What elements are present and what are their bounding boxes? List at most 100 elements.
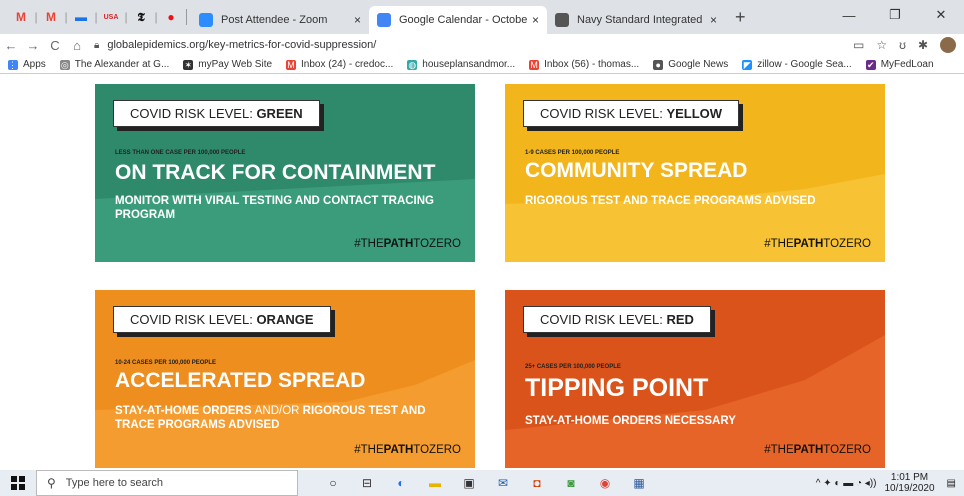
hashtag: #THEPATHTOZERO xyxy=(354,444,461,456)
tray-icons[interactable]: ^ ✦ ◐ ▬ ◔ ◂)) xyxy=(816,478,877,489)
app-icon[interactable]: ▬ xyxy=(70,10,92,24)
extension-icon[interactable]: ʊ xyxy=(899,38,906,52)
gmail-icon[interactable]: M xyxy=(40,10,62,24)
risk-level-label: COVID RISK LEVEL: ORANGE xyxy=(113,306,331,333)
hashtag: #THEPATHTOZERO xyxy=(354,238,461,250)
tab-title: Post Attendee - Zoom xyxy=(221,14,328,26)
notification-icon[interactable]: ▤ xyxy=(947,478,956,489)
mail-icon[interactable]: ✉ xyxy=(486,470,520,496)
guidance-conjunction: AND/OR xyxy=(254,405,300,417)
bookmark-label: The Alexander at G... xyxy=(74,59,170,70)
avatar[interactable] xyxy=(940,37,956,53)
bookmark-item[interactable]: ⋮⋮ Apps xyxy=(8,59,46,70)
reload-button[interactable]: C xyxy=(44,38,66,53)
risk-level-label: COVID RISK LEVEL: RED xyxy=(523,306,711,333)
bookmark-item[interactable]: ◍ houseplansandmor... xyxy=(407,59,515,70)
bookmark-item[interactable]: ◤ zillow - Google Sea... xyxy=(742,59,852,70)
risk-guidance: STAY-AT-HOME ORDERS AND/OR RIGOROUS TEST… xyxy=(115,404,445,432)
hashtag-part: TOZERO xyxy=(413,444,461,456)
task-view-icon[interactable]: ○ xyxy=(316,470,350,496)
case-threshold: 10-24 CASES PER 100,000 PEOPLE xyxy=(115,360,217,366)
extensions-puzzle-icon[interactable]: ✱ xyxy=(918,38,928,52)
widgets-icon[interactable]: ⊟ xyxy=(350,470,384,496)
tab-favicon-icon xyxy=(199,13,213,27)
page-content: COVID RISK LEVEL: GREEN LESS THAN ONE CAS… xyxy=(0,74,964,470)
bookmark-label: Google News xyxy=(668,59,729,70)
risk-headline: COMMUNITY SPREAD xyxy=(525,159,748,182)
risk-guidance: RIGOROUS TEST AND TRACE PROGRAMS ADVISED xyxy=(525,194,855,208)
usa-today-icon[interactable]: USA xyxy=(100,14,122,21)
lock-icon: 🔒︎ xyxy=(94,39,100,51)
home-button[interactable]: ⌂ xyxy=(66,38,88,53)
risk-headline: TIPPING POINT xyxy=(525,374,709,402)
bookmark-item[interactable]: ● Google News xyxy=(653,59,728,70)
tab-separator: | xyxy=(64,10,68,24)
risk-level-label: COVID RISK LEVEL: YELLOW xyxy=(523,100,740,127)
back-button[interactable]: ← xyxy=(0,38,22,53)
red-circle-icon[interactable]: ● xyxy=(160,10,182,24)
hashtag-part: PATH xyxy=(383,238,414,250)
bookmark-item[interactable]: M Inbox (56) - thomas... xyxy=(529,59,639,70)
bookmark-label: houseplansandmor... xyxy=(422,59,516,70)
nyt-icon[interactable]: 𝕿 xyxy=(130,10,152,25)
hashtag-part: #THE xyxy=(764,238,794,250)
tab-close-icon[interactable]: × xyxy=(532,13,539,27)
bookmark-item[interactable]: M Inbox (24) - credoc... xyxy=(286,59,393,70)
hashtag: #THEPATHTOZERO xyxy=(764,444,871,456)
risk-level-prefix: COVID RISK LEVEL: xyxy=(540,106,667,121)
zillow-icon: ◤ xyxy=(742,59,753,70)
hashtag-part: #THE xyxy=(354,444,384,456)
tab-separator: | xyxy=(154,10,158,24)
windows-start-button[interactable] xyxy=(0,470,36,496)
file-explorer-icon[interactable]: ▬ xyxy=(418,470,452,496)
app-icon[interactable]: ◙ xyxy=(554,470,588,496)
browser-tab[interactable]: Navy Standard Integrated Person × xyxy=(547,6,725,34)
pinned-tabs: M | M | ▬ | USA | 𝕿 | ● xyxy=(10,4,182,30)
bookmark-star-icon[interactable]: ☆ xyxy=(876,38,887,52)
guidance-text: RIGOROUS TEST AND TRACE PROGRAMS ADVISED xyxy=(525,195,816,207)
bookmark-item[interactable]: ✔ MyFedLoan xyxy=(865,59,934,70)
url-field[interactable]: 🔒︎ globalepidemics.org/key-metrics-for-c… xyxy=(94,34,874,56)
gmail-icon[interactable]: M xyxy=(10,10,32,24)
browser-tab[interactable]: Google Calendar - October 2020 × xyxy=(369,6,547,34)
tab-title: Google Calendar - October 2020 xyxy=(399,14,528,26)
risk-level-prefix: COVID RISK LEVEL: xyxy=(130,106,257,121)
store-icon[interactable]: ▣ xyxy=(452,470,486,496)
browser-tab[interactable]: Post Attendee - Zoom × xyxy=(191,6,369,34)
google-news-icon: ● xyxy=(653,59,664,70)
risk-headline: ON TRACK FOR CONTAINMENT xyxy=(115,161,436,184)
tab-close-icon[interactable]: × xyxy=(354,13,361,27)
guidance-text: STAY-AT-HOME ORDERS xyxy=(115,405,255,417)
office-icon[interactable]: ◘ xyxy=(520,470,554,496)
guidance-text: MONITOR WITH VIRAL TESTING AND CONTACT T… xyxy=(115,195,435,221)
minimize-button[interactable]: — xyxy=(826,0,872,30)
chrome-icon[interactable]: ◉ xyxy=(588,470,622,496)
bookmark-label: myPay Web Site xyxy=(198,59,273,70)
tab-favicon-icon xyxy=(555,13,569,27)
hashtag-part: PATH xyxy=(383,444,414,456)
url-text: globalepidemics.org/key-metrics-for-covi… xyxy=(107,39,377,51)
bookmark-item[interactable]: ✶ myPay Web Site xyxy=(183,59,272,70)
forward-button[interactable]: → xyxy=(22,38,44,53)
case-threshold: LESS THAN ONE CASE PER 100,000 PEOPLE xyxy=(115,150,246,156)
tab-close-icon[interactable]: × xyxy=(710,13,717,27)
edge-icon[interactable]: ◐ xyxy=(384,470,418,496)
risk-level-value: GREEN xyxy=(256,106,303,121)
bookmarks-bar: ⋮⋮ Apps ◎ The Alexander at G... ✶ myPay Web S… xyxy=(0,56,964,74)
restore-button[interactable]: ❐ xyxy=(872,0,918,30)
tab-separator: | xyxy=(34,10,38,24)
close-window-button[interactable]: ✕ xyxy=(918,0,964,30)
guidance-text: STAY-AT-HOME ORDERS NECESSARY xyxy=(525,415,736,427)
word-icon[interactable]: ▦ xyxy=(622,470,656,496)
new-tab-button[interactable]: + xyxy=(735,7,746,28)
cast-icon[interactable]: ▭ xyxy=(853,38,864,52)
taskbar-search-input[interactable]: ⚲ Type here to search xyxy=(36,470,298,496)
risk-level-prefix: COVID RISK LEVEL: xyxy=(540,312,667,327)
alexander-icon: ◎ xyxy=(59,59,70,70)
mypay-icon: ✶ xyxy=(183,59,194,70)
bookmark-label: zillow - Google Sea... xyxy=(757,59,852,70)
bookmark-item[interactable]: ◎ The Alexander at G... xyxy=(59,59,170,70)
clock[interactable]: 1:01 PM 10/19/2020 xyxy=(884,472,934,494)
toolbar-icons: ▭ ☆ ʊ ✱ xyxy=(853,34,956,56)
window-controls: — ❐ ✕ xyxy=(826,0,964,30)
